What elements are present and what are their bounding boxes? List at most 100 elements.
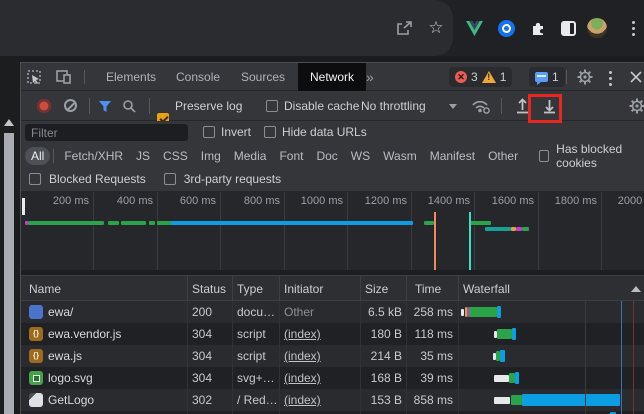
timeline-gridline (347, 192, 348, 270)
filter-row: Invert Hide data URLs (21, 121, 644, 144)
tab-sources[interactable]: Sources (239, 63, 287, 91)
vue-devtools-icon[interactable] (464, 18, 484, 38)
filter-chip-media[interactable]: Media (228, 147, 273, 165)
extensions-puzzle-icon[interactable] (528, 18, 548, 38)
onepassword-icon[interactable] (496, 18, 516, 38)
overview-bar-green (424, 221, 434, 225)
script-orange-icon: {} (29, 327, 43, 341)
network-settings-gear-icon[interactable] (629, 98, 644, 114)
timeline-gridline (411, 192, 412, 270)
request-time: 858 ms (406, 393, 453, 407)
invert-checkbox[interactable] (203, 126, 215, 138)
preserve-log-label[interactable]: Preserve log (175, 99, 242, 113)
timeline-tick-label: 1600 ms (480, 195, 534, 207)
network-conditions-icon[interactable] (471, 99, 491, 114)
devtools-tabbar: Elements Console Sources Network » ✕ 3 !… (21, 63, 644, 91)
col-header-type[interactable]: Type (237, 282, 263, 296)
table-row[interactable]: ewa/200docu…Other6.5 kB258 ms (21, 301, 644, 323)
timeline-tick-label: 1000 ms (289, 195, 343, 207)
timeline-tick-label: 1200 ms (353, 195, 407, 207)
hide-data-urls-checkbox[interactable] (264, 126, 276, 138)
divider (84, 70, 85, 84)
filter-funnel-icon[interactable] (98, 100, 112, 113)
record-network-log-button[interactable] (37, 99, 51, 113)
clear-network-log-icon[interactable] (64, 99, 77, 112)
third-party-label[interactable]: 3rd-party requests (184, 172, 281, 186)
has-blocked-cookies-checkbox[interactable] (539, 150, 549, 162)
col-header-name[interactable]: Name (29, 282, 61, 296)
filter-chip-css[interactable]: CSS (157, 147, 194, 165)
annotation-highlight-box (528, 94, 562, 123)
request-status: 200 (192, 305, 230, 319)
sort-ascending-icon[interactable] (631, 286, 641, 292)
overview-grip[interactable] (22, 198, 25, 215)
search-icon[interactable] (122, 99, 136, 113)
timeline-gridline (601, 192, 602, 270)
filter-chip-js[interactable]: JS (130, 147, 156, 165)
tab-elements[interactable]: Elements (104, 63, 158, 91)
profile-avatar[interactable] (587, 18, 607, 38)
script-orange-icon: {} (29, 349, 43, 363)
column-divider (360, 301, 361, 414)
network-overview[interactable]: 200 ms400 ms600 ms800 ms1000 ms1200 ms14… (21, 192, 644, 275)
timeline-tick-label: 400 ms (99, 195, 153, 207)
filter-chip-img[interactable]: Img (195, 147, 227, 165)
throttling-select[interactable]: No throttling (361, 99, 426, 113)
tab-network[interactable]: Network (298, 63, 366, 91)
bookmark-star-icon[interactable]: ☆ (426, 18, 446, 38)
more-tabs-icon[interactable]: » (364, 63, 376, 91)
disable-cache-checkbox[interactable] (266, 100, 278, 112)
col-header-initiator[interactable]: Initiator (284, 282, 323, 296)
filter-chip-all[interactable]: All (25, 147, 50, 165)
issues-badge[interactable]: 1 (529, 67, 565, 87)
chevron-down-icon[interactable] (449, 104, 457, 109)
browser-menu-icon[interactable] (628, 18, 638, 38)
filter-chip-manifest[interactable]: Manifest (424, 147, 481, 165)
request-initiator[interactable]: (index) (284, 349, 358, 363)
request-initiator[interactable]: (index) (284, 327, 358, 341)
inspect-element-icon[interactable] (27, 70, 42, 85)
share-icon[interactable] (394, 18, 414, 38)
table-row[interactable]: {}ewa.js304script(index)214 B35 ms (21, 345, 644, 367)
devtools-menu-icon[interactable] (609, 71, 612, 86)
console-status-badges[interactable]: ✕ 3 ! 1 (449, 67, 512, 87)
table-row[interactable]: {}ewa.vendor.js304script(index)180 B118 … (21, 323, 644, 345)
third-party-checkbox[interactable] (164, 173, 176, 185)
request-name: ewa/ (48, 305, 184, 319)
table-row[interactable]: logo.svg304svg+…(index)168 B39 ms (21, 367, 644, 389)
blocked-requests-label[interactable]: Blocked Requests (49, 172, 146, 186)
request-size: 180 B (360, 327, 402, 341)
filter-chip-wasm[interactable]: Wasm (377, 147, 423, 165)
scrollbar-thumb[interactable] (4, 133, 14, 414)
tab-console[interactable]: Console (174, 63, 222, 91)
request-initiator[interactable]: (index) (284, 393, 358, 407)
filter-input[interactable] (25, 124, 188, 141)
col-header-waterfall[interactable]: Waterfall (463, 282, 510, 296)
waterfall-segment-blue (500, 350, 505, 362)
disable-cache-label[interactable]: Disable cache (284, 99, 359, 113)
col-header-size[interactable]: Size (365, 282, 388, 296)
request-initiator[interactable]: (index) (284, 371, 358, 385)
settings-gear-icon[interactable] (577, 69, 593, 85)
filter-chip-ws[interactable]: WS (345, 147, 376, 165)
request-time: 258 ms (406, 305, 453, 319)
table-row[interactable]: GetLogo302/ Red…(index)153 B858 ms (21, 389, 644, 411)
devtools-panel: Elements Console Sources Network » ✕ 3 !… (20, 62, 644, 414)
scroll-up-arrow[interactable] (4, 119, 14, 126)
side-panel-icon[interactable] (558, 18, 578, 38)
waterfall-segment-blue (515, 372, 519, 384)
filter-chip-other[interactable]: Other (482, 147, 524, 165)
request-type: svg+… (237, 371, 277, 385)
col-header-time[interactable]: Time (415, 282, 441, 296)
close-devtools-icon[interactable] (629, 70, 643, 84)
hide-data-urls-label[interactable]: Hide data URLs (282, 125, 367, 139)
filter-chip-font[interactable]: Font (273, 147, 309, 165)
has-blocked-cookies-label[interactable]: Has blocked cookies (556, 142, 644, 170)
overview-bar-green (108, 221, 119, 225)
col-header-status[interactable]: Status (192, 282, 226, 296)
invert-label[interactable]: Invert (221, 125, 251, 139)
device-toolbar-icon[interactable] (56, 70, 72, 84)
filter-chip-fetch-xhr[interactable]: Fetch/XHR (58, 147, 129, 165)
blocked-requests-checkbox[interactable] (29, 173, 41, 185)
filter-chip-doc[interactable]: Doc (310, 147, 343, 165)
